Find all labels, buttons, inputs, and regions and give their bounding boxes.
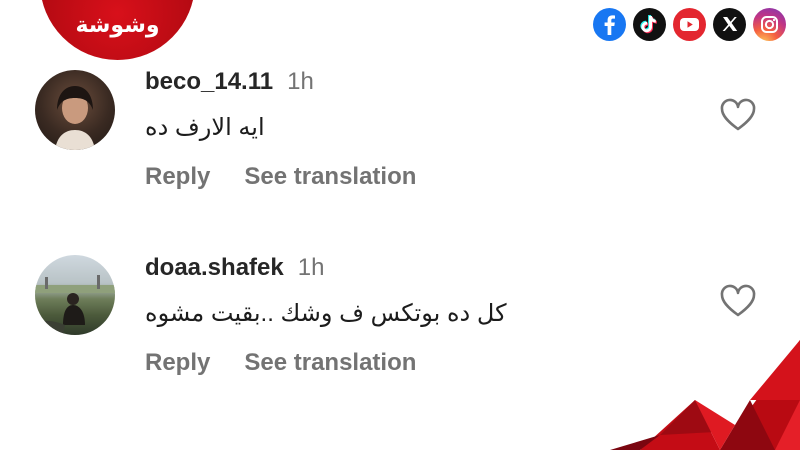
see-translation-button[interactable]: See translation [244, 163, 416, 190]
like-heart-icon[interactable] [719, 98, 757, 132]
comment-actions: Reply See translation [145, 349, 450, 377]
comment-text: ايه الارف ده [145, 114, 265, 141]
reply-button[interactable]: Reply [145, 349, 210, 376]
avatar[interactable] [35, 70, 115, 150]
decorative-red-shards [610, 340, 800, 450]
facebook-icon[interactable] [593, 8, 626, 41]
tiktok-icon[interactable] [633, 8, 666, 41]
reply-button[interactable]: Reply [145, 163, 210, 190]
youtube-icon[interactable] [673, 8, 706, 41]
comment-username[interactable]: beco_14.11 [145, 68, 273, 95]
comment-actions: Reply See translation [145, 163, 450, 191]
brand-logo-text: وشوشة [75, 13, 160, 38]
comment-username[interactable]: doaa.shafek [145, 254, 284, 281]
avatar[interactable] [35, 255, 115, 335]
comment-author[interactable]: doaa.shafek 1h [145, 254, 324, 282]
comment-author[interactable]: beco_14.11 1h [145, 68, 314, 96]
see-translation-button[interactable]: See translation [244, 349, 416, 376]
brand-logo: وشوشة [40, 0, 195, 60]
like-heart-icon[interactable] [719, 284, 757, 318]
x-icon[interactable] [713, 8, 746, 41]
social-icons [593, 8, 786, 41]
instagram-icon[interactable] [753, 8, 786, 41]
comment-time: 1h [297, 254, 325, 281]
comment-time: 1h [287, 68, 314, 95]
comment-text: كل ده بوتكس ف وشك ..بقيت مشوه [145, 300, 507, 327]
